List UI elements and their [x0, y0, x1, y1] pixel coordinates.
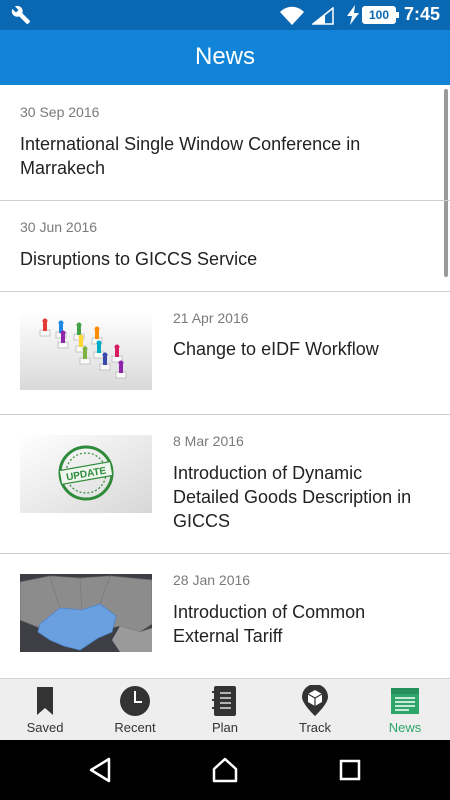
home-icon[interactable] — [210, 756, 240, 784]
battery-indicator: 100 — [362, 6, 399, 24]
nav-saved[interactable]: Saved — [0, 679, 90, 741]
page-title: News — [194, 43, 255, 70]
news-title: Introduction of Common External Tariff — [173, 602, 366, 646]
bookmark-icon — [37, 687, 53, 715]
system-navigation-bar — [0, 740, 450, 800]
wrench-icon — [11, 5, 31, 25]
news-date: 28 Jan 2016 — [173, 572, 251, 588]
nav-plan[interactable]: Plan — [180, 679, 270, 741]
news-list[interactable]: 30 Sep 2016 International Single Window … — [0, 85, 450, 678]
people-network-image — [20, 312, 152, 390]
news-date: 30 Jun 2016 — [20, 219, 98, 235]
news-date: 30 Sep 2016 — [20, 104, 100, 120]
newspaper-icon — [391, 688, 419, 714]
status-bar: 100 7:45 — [0, 0, 450, 30]
nav-label: Saved — [26, 720, 64, 735]
news-item[interactable]: 30 Sep 2016 International Single Window … — [0, 85, 450, 201]
news-date: 8 Mar 2016 — [173, 433, 244, 449]
west-africa-map-image — [20, 574, 152, 652]
nav-news[interactable]: News — [360, 679, 450, 741]
app-bar: News — [0, 30, 450, 85]
news-item[interactable]: 28 Jan 2016 Introduction of Common Exter… — [0, 554, 450, 678]
news-title: Change to eIDF Workflow — [173, 339, 379, 359]
nav-label: News — [388, 720, 422, 735]
back-icon[interactable] — [85, 756, 115, 784]
signal-icon — [312, 7, 334, 25]
nav-label: Plan — [211, 720, 239, 735]
status-clock: 7:45 — [404, 4, 441, 24]
update-stamp-image: UPDATE — [20, 435, 152, 513]
nav-recent[interactable]: Recent — [90, 679, 180, 741]
nav-label: Track — [298, 720, 332, 735]
recent-apps-icon[interactable] — [335, 756, 365, 784]
news-date: 21 Apr 2016 — [173, 310, 249, 326]
bottom-navigation: Saved Recent Plan Track News — [0, 678, 450, 740]
news-title: Disruptions to GICCS Service — [20, 249, 258, 269]
location-box-icon — [302, 685, 328, 716]
news-title: International Single Window Conference i… — [20, 134, 361, 178]
news-item[interactable]: 30 Jun 2016 Disruptions to GICCS Service — [0, 201, 450, 292]
news-item[interactable]: UPDATE 8 Mar 2016 Introduction of Dynami… — [0, 415, 450, 554]
notebook-icon — [212, 686, 236, 716]
nav-label: Recent — [114, 720, 156, 735]
news-title: Introduction of Dynamic Detailed Goods D… — [173, 463, 412, 531]
nav-track[interactable]: Track — [270, 679, 360, 741]
wifi-icon — [280, 6, 304, 25]
charging-icon — [347, 5, 359, 25]
clock-icon — [120, 686, 150, 716]
news-item[interactable]: 21 Apr 2016 Change to eIDF Workflow — [0, 292, 450, 415]
